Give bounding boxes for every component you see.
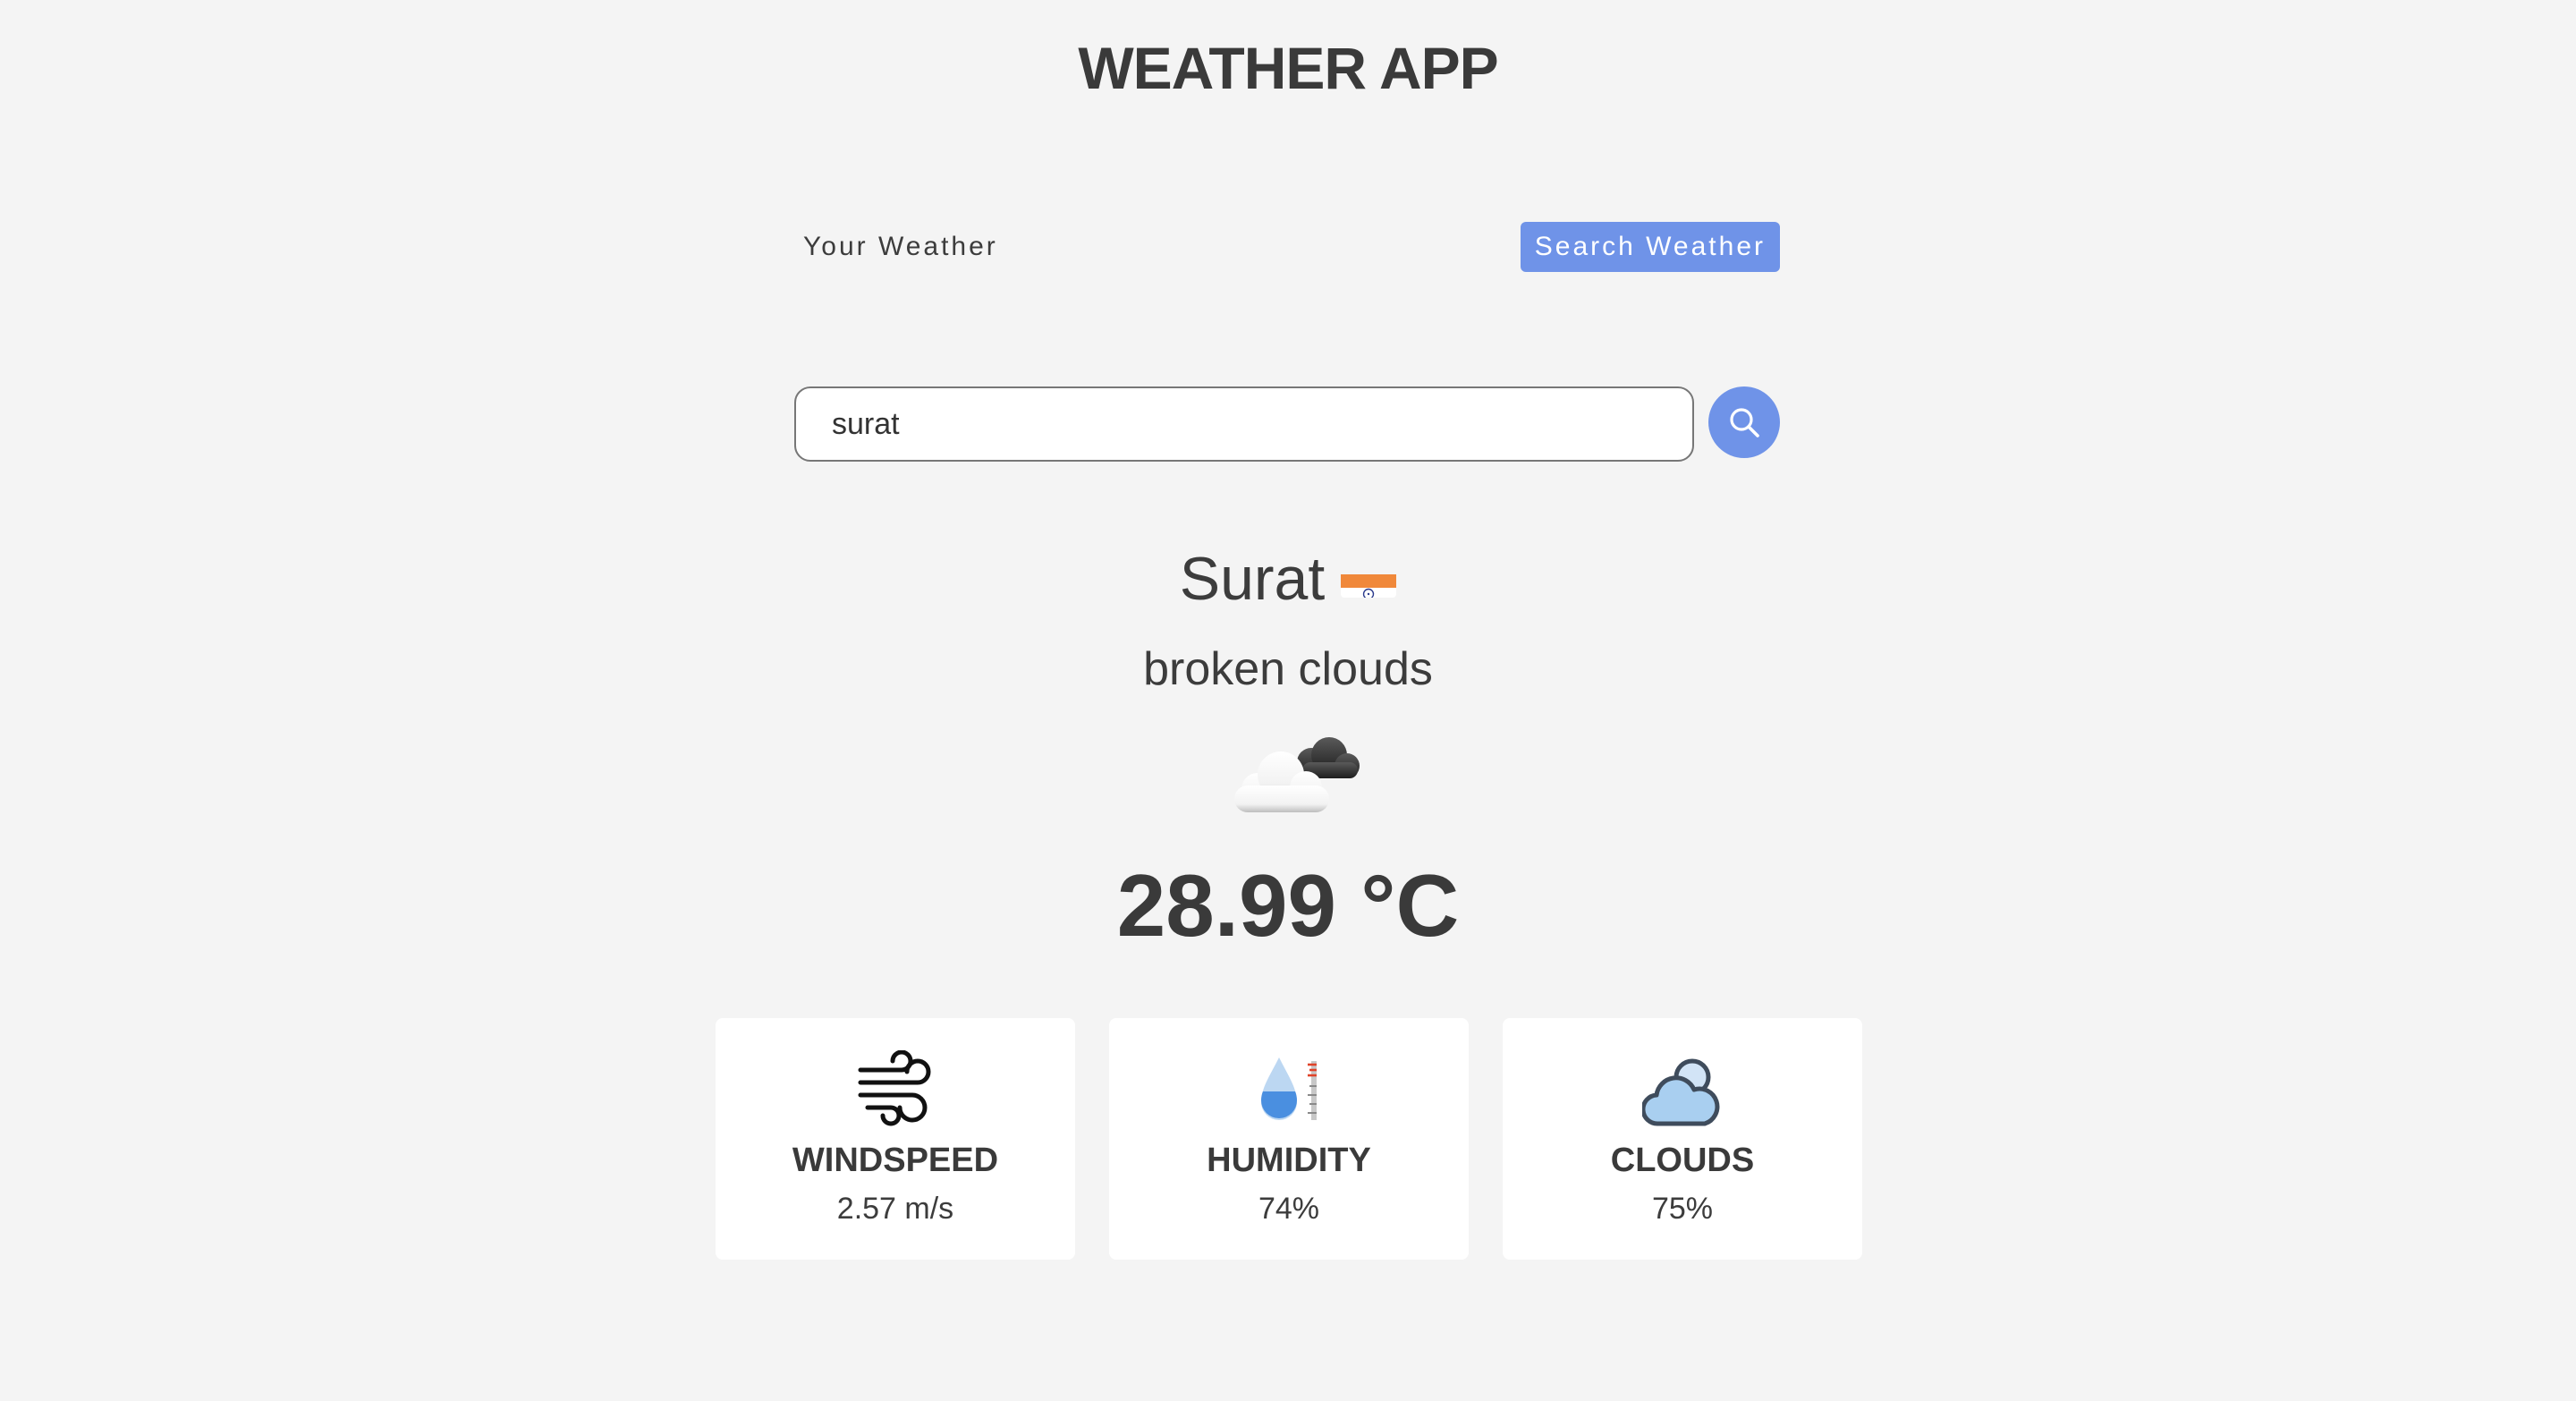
humidity-icon xyxy=(1261,1057,1317,1120)
search-icon xyxy=(1730,408,1759,437)
windspeed-label: WINDSPEED xyxy=(792,1142,999,1179)
wind-icon xyxy=(858,1050,931,1126)
tab-bar: Your Weather Search Weather xyxy=(789,222,1780,272)
weather-description: broken clouds xyxy=(1143,643,1433,695)
broken-clouds-icon xyxy=(1234,737,1360,812)
app-title: WEATHER APP xyxy=(1078,35,1498,101)
windspeed-card: WINDSPEED 2.57 m/s xyxy=(716,1018,1075,1260)
weather-stats: WINDSPEED 2.57 m/s HUMIDITY 74% CLOUDS 7… xyxy=(716,1018,1862,1260)
weather-app-page: WEATHER APP Your Weather Search Weather … xyxy=(0,0,2576,1401)
india-flag-icon xyxy=(1341,558,1397,599)
city-heading: Surat xyxy=(0,544,2576,614)
search-input[interactable] xyxy=(794,386,1694,462)
city-name: Surat xyxy=(1179,545,1326,613)
temperature-value: 28.99 °C xyxy=(1116,856,1460,955)
cloud-icon xyxy=(1642,1058,1720,1126)
tab-search-weather[interactable]: Search Weather xyxy=(1520,222,1780,272)
search-button[interactable] xyxy=(1708,386,1780,458)
clouds-card: CLOUDS 75% xyxy=(1503,1018,1862,1260)
humidity-value: 74% xyxy=(1258,1192,1320,1226)
clouds-value: 75% xyxy=(1651,1192,1714,1226)
windspeed-value: 2.57 m/s xyxy=(836,1192,954,1226)
tab-your-weather[interactable]: Your Weather xyxy=(789,222,1013,272)
humidity-label: HUMIDITY xyxy=(1207,1142,1371,1179)
search-form xyxy=(794,386,1780,462)
humidity-card: HUMIDITY 74% xyxy=(1109,1018,1469,1260)
clouds-label: CLOUDS xyxy=(1610,1142,1755,1179)
